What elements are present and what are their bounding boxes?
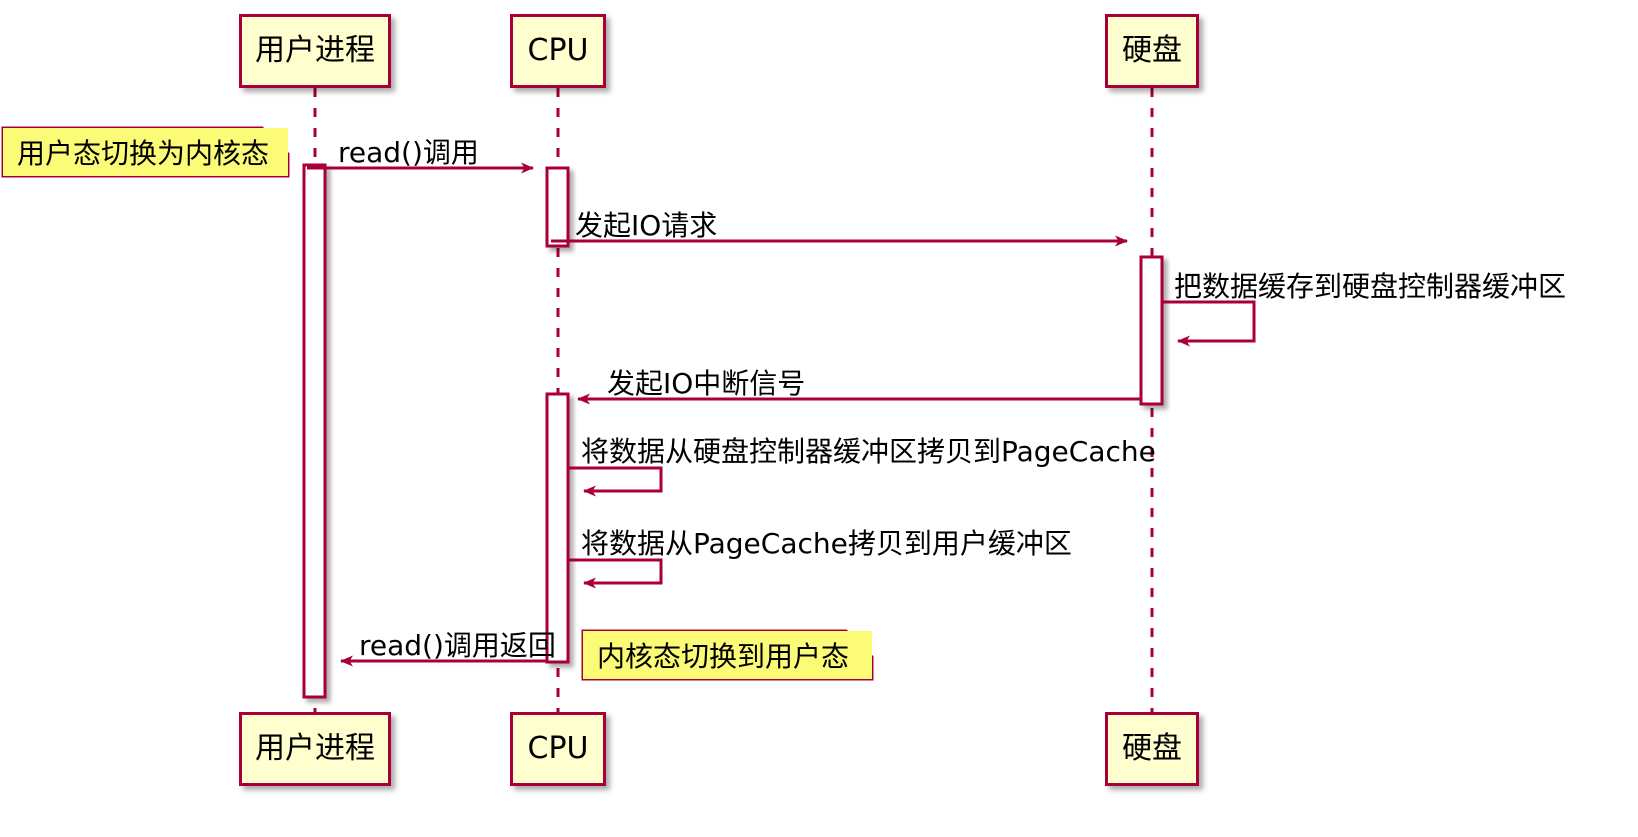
participant-head-disk[interactable]: 硬盘 [1105, 14, 1199, 88]
participant-foot-label-cpu: CPU [527, 731, 589, 766]
arrow-copy-to-userbuf [568, 558, 663, 589]
note-kernel-to-user: 内核态切换到用户态 [583, 631, 872, 679]
activation-cpu-2 [545, 392, 570, 664]
activation-cpu-1 [545, 166, 570, 248]
participant-foot-user[interactable]: 用户进程 [239, 712, 391, 786]
message-label-io-request: 发起IO请求 [575, 212, 717, 240]
participant-label-user: 用户进程 [255, 33, 375, 68]
message-label-read-return: read()调用返回 [359, 632, 556, 660]
participant-foot-label-user: 用户进程 [255, 731, 375, 766]
message-text-read-call: read()调用 [338, 136, 479, 169]
activation-user [302, 163, 327, 699]
participant-head-user[interactable]: 用户进程 [239, 14, 391, 88]
participant-label-disk: 硬盘 [1122, 33, 1182, 68]
message-label-io-interrupt: 发起IO中断信号 [607, 370, 805, 398]
participant-foot-label-disk: 硬盘 [1122, 731, 1182, 766]
message-text-read-return: read()调用返回 [359, 629, 556, 662]
sequence-diagram-canvas: 用户进程 CPU 硬盘 用户进程 CPU 硬盘 用户态切换为内核态 内核态切换到… [0, 0, 1638, 837]
note-user-to-kernel: 用户态切换为内核态 [3, 128, 288, 176]
participant-head-cpu[interactable]: CPU [510, 14, 606, 88]
arrow-copy-to-pagecache [568, 466, 663, 497]
arrow-cache-to-disk-ctrl [1162, 300, 1256, 347]
message-text-io-request: 发起IO请求 [575, 209, 718, 242]
message-text-cache-to-disk-ctrl: 把数据缓存到硬盘控制器缓冲区 [1174, 270, 1567, 303]
message-label-copy-to-pagecache: 将数据从硬盘控制器缓冲区拷贝到PageCache [581, 438, 1156, 466]
message-text-copy-to-userbuf: 将数据从PageCache拷贝到用户缓冲区 [581, 527, 1072, 560]
note-user-to-kernel-text: 用户态切换为内核态 [17, 137, 270, 170]
participant-label-cpu: CPU [527, 33, 589, 68]
activation-disk [1139, 255, 1164, 406]
note-kernel-to-user-text: 内核态切换到用户态 [597, 640, 850, 673]
participant-foot-cpu[interactable]: CPU [510, 712, 606, 786]
message-label-read-call: read()调用 [338, 139, 479, 167]
participant-foot-disk[interactable]: 硬盘 [1105, 712, 1199, 786]
message-label-copy-to-userbuf: 将数据从PageCache拷贝到用户缓冲区 [581, 530, 1072, 558]
message-text-io-interrupt: 发起IO中断信号 [607, 367, 806, 400]
message-label-cache-to-disk-ctrl: 把数据缓存到硬盘控制器缓冲区 [1174, 273, 1566, 301]
message-text-copy-to-pagecache: 将数据从硬盘控制器缓冲区拷贝到PageCache [581, 435, 1156, 468]
